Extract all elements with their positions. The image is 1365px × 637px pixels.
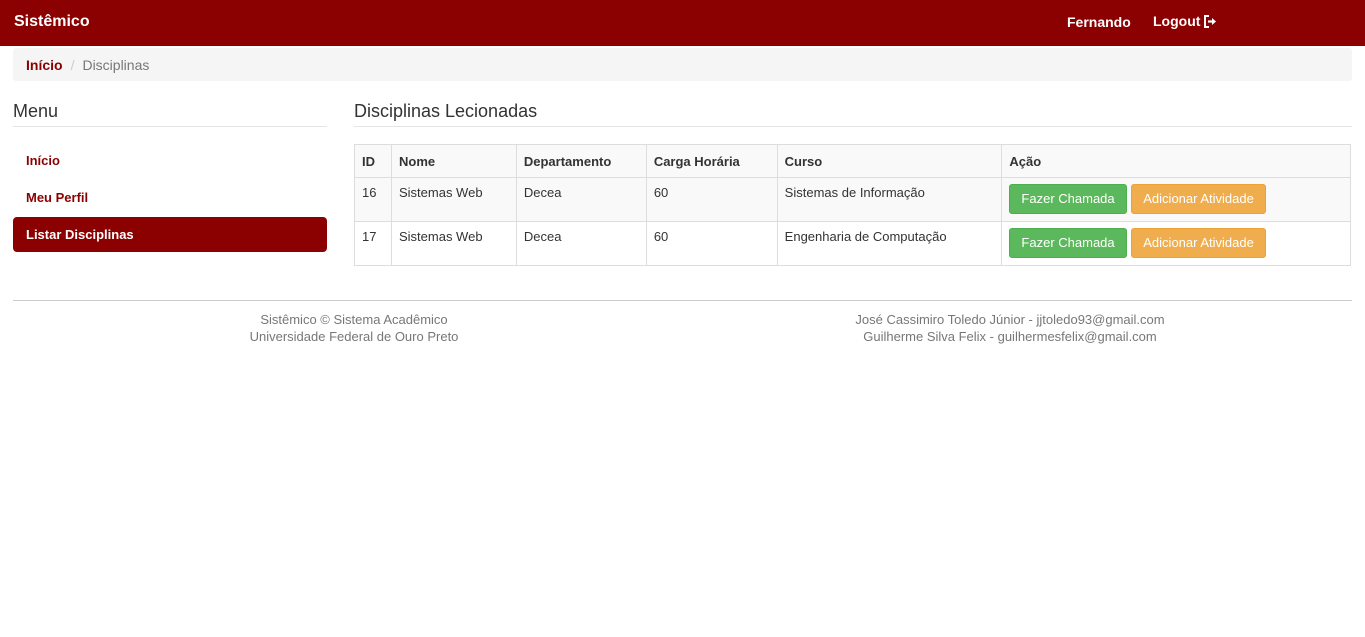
cell-acoes: Fazer Chamada Adicionar Atividade xyxy=(1001,177,1351,222)
user-link[interactable]: Fernando xyxy=(1067,14,1131,30)
adicionar-atividade-button[interactable]: Adicionar Atividade xyxy=(1131,184,1266,214)
logout-label: Logout xyxy=(1153,13,1201,29)
breadcrumb-current: Disciplinas xyxy=(82,56,150,73)
cell-carga-horaria: 60 xyxy=(645,221,778,266)
cell-nome: Sistemas Web xyxy=(390,177,517,222)
fazer-chamada-button[interactable]: Fazer Chamada xyxy=(1009,184,1127,214)
table-header-row: ID Nome Departamento Carga Horária Curso… xyxy=(354,144,1351,178)
cell-departamento: Decea xyxy=(515,177,647,222)
breadcrumb-separator: / xyxy=(70,56,75,73)
cell-curso: Engenharia de Computação xyxy=(776,221,1003,266)
column-header-id: ID xyxy=(354,144,392,178)
cell-id: 17 xyxy=(354,221,392,266)
footer-author-1: José Cassimiro Toledo Júnior - jjtoledo9… xyxy=(855,312,1165,327)
footer-right: José Cassimiro Toledo Júnior - jjtoledo9… xyxy=(800,311,1220,345)
top-navbar: Sistêmico Fernando Logout xyxy=(0,0,1365,46)
fazer-chamada-button[interactable]: Fazer Chamada xyxy=(1009,228,1127,258)
adicionar-atividade-button[interactable]: Adicionar Atividade xyxy=(1131,228,1266,258)
column-header-carga-horaria: Carga Horária xyxy=(645,144,778,178)
logout-link[interactable]: Logout xyxy=(1153,13,1217,29)
footer-copyright: Sistêmico © Sistema Acadêmico xyxy=(260,312,448,327)
sidebar-title: Menu xyxy=(13,101,327,127)
disciplinas-table: ID Nome Departamento Carga Horária Curso… xyxy=(354,144,1351,266)
sidebar-item-meu-perfil[interactable]: Meu Perfil xyxy=(13,180,327,215)
column-header-departamento: Departamento xyxy=(515,144,647,178)
cell-curso: Sistemas de Informação xyxy=(776,177,1003,222)
column-header-acao: Ação xyxy=(1001,144,1351,178)
sidebar-item-listar-disciplinas[interactable]: Listar Disciplinas xyxy=(13,217,327,252)
footer-author-2: Guilherme Silva Felix - guilhermesfelix@… xyxy=(863,329,1157,344)
cell-departamento: Decea xyxy=(515,221,647,266)
table-row: 17 Sistemas Web Decea 60 Engenharia de C… xyxy=(354,221,1351,266)
page-title: Disciplinas Lecionadas xyxy=(354,101,1352,127)
table-row: 16 Sistemas Web Decea 60 Sistemas de Inf… xyxy=(354,177,1351,222)
sidebar-item-inicio[interactable]: Início xyxy=(13,143,327,178)
cell-acoes: Fazer Chamada Adicionar Atividade xyxy=(1001,221,1351,266)
column-header-nome: Nome xyxy=(390,144,517,178)
logout-icon xyxy=(1203,14,1217,28)
cell-carga-horaria: 60 xyxy=(645,177,778,222)
cell-nome: Sistemas Web xyxy=(390,221,517,266)
footer-university: Universidade Federal de Ouro Preto xyxy=(249,329,459,344)
column-header-curso: Curso xyxy=(776,144,1003,178)
footer-left: Sistêmico © Sistema Acadêmico Universida… xyxy=(144,311,564,345)
cell-id: 16 xyxy=(354,177,392,222)
brand-link[interactable]: Sistêmico xyxy=(14,13,90,31)
footer-divider xyxy=(13,300,1352,301)
breadcrumb-home[interactable]: Início xyxy=(26,57,63,73)
breadcrumb: Início / Disciplinas xyxy=(13,48,1352,81)
